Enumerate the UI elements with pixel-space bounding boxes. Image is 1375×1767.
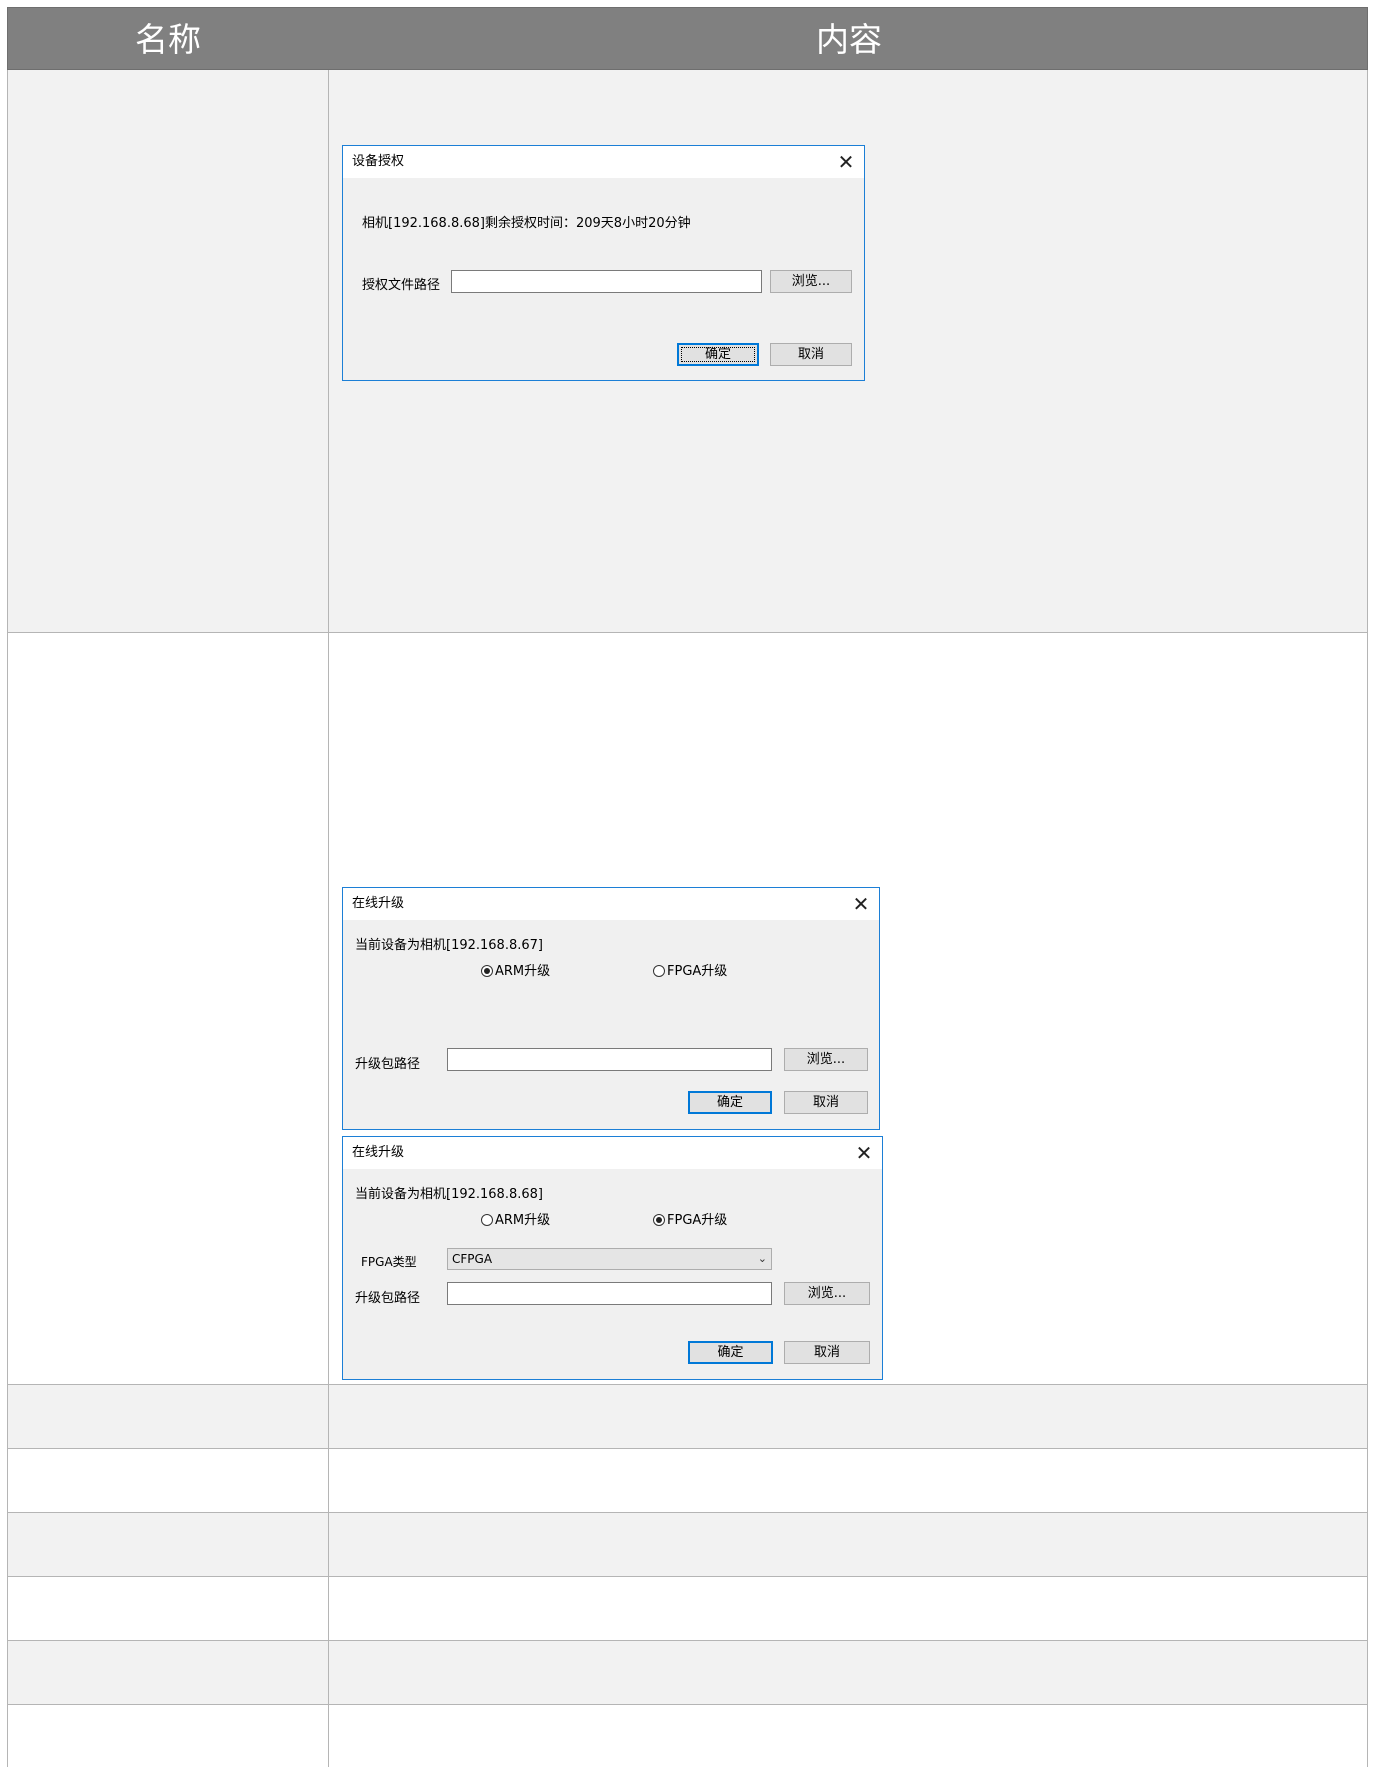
header-content-column: 内容 <box>816 20 882 59</box>
dialog-titlebar: 在线升级 ✕ <box>343 1137 882 1169</box>
dialog-titlebar: 在线升级 ✕ <box>343 888 879 920</box>
close-icon[interactable]: ✕ <box>849 892 873 916</box>
table-row <box>7 1385 1368 1449</box>
ok-button[interactable]: 确定 <box>677 343 759 366</box>
radio-button-icon <box>653 1214 665 1226</box>
column-divider <box>328 1705 329 1767</box>
column-divider <box>328 70 329 632</box>
close-icon[interactable]: ✕ <box>852 1141 876 1165</box>
fpga-type-value: CFPGA <box>452 1252 493 1266</box>
dialog-title: 在线升级 <box>352 1145 405 1160</box>
dialog-titlebar: 设备授权 ✕ <box>343 146 864 178</box>
upgrade-path-label: 升级包路径 <box>355 1057 421 1072</box>
column-divider <box>328 1385 329 1448</box>
radio-fpga-label: FPGA升级 <box>667 964 728 979</box>
cancel-button[interactable]: 取消 <box>784 1091 868 1114</box>
chevron-down-icon: ⌄ <box>757 1252 767 1265</box>
cancel-button[interactable]: 取消 <box>770 343 852 366</box>
content-table: 名称 内容 设备授权 ✕ 相机[192.168.8.68]剩余授权时间：209天… <box>7 7 1368 1767</box>
dialog-title: 设备授权 <box>352 154 405 169</box>
upgrade-path-label: 升级包路径 <box>355 1291 421 1306</box>
close-icon[interactable]: ✕ <box>834 150 858 174</box>
browse-button[interactable]: 浏览... <box>784 1048 868 1071</box>
fpga-type-select[interactable]: CFPGA ⌄ <box>447 1248 772 1270</box>
ok-button[interactable]: 确定 <box>688 1091 772 1114</box>
upgrade-path-input[interactable] <box>447 1282 772 1305</box>
table-row <box>7 1577 1368 1641</box>
column-divider <box>328 1577 329 1640</box>
column-divider <box>328 1513 329 1576</box>
ok-button[interactable]: 确定 <box>688 1341 773 1364</box>
radio-fpga-upgrade[interactable]: FPGA升级 <box>653 964 727 980</box>
table-row: 在线升级 ✕ 当前设备为相机[192.168.8.67] ARM升级 FPGA升… <box>7 633 1368 1385</box>
focus-rectangle <box>681 347 755 362</box>
browse-button[interactable]: 浏览... <box>784 1282 870 1305</box>
column-divider <box>328 1641 329 1704</box>
radio-fpga-upgrade[interactable]: FPGA升级 <box>653 1213 727 1229</box>
fpga-type-label: FPGA类型 <box>361 1255 417 1269</box>
table-header-row: 名称 内容 <box>7 7 1368 70</box>
current-device-text: 当前设备为相机[192.168.8.67] <box>355 938 543 953</box>
current-device-text: 当前设备为相机[192.168.8.68] <box>355 1187 543 1202</box>
radio-arm-label: ARM升级 <box>495 964 551 979</box>
dialog-title: 在线升级 <box>352 896 405 911</box>
table-row <box>7 1641 1368 1705</box>
online-upgrade-dialog-arm: 在线升级 ✕ 当前设备为相机[192.168.8.67] ARM升级 FPGA升… <box>342 887 880 1130</box>
radio-button-icon <box>481 965 493 977</box>
upgrade-path-input[interactable] <box>447 1048 772 1071</box>
radio-arm-upgrade[interactable]: ARM升级 <box>481 1213 550 1229</box>
table-row <box>7 1513 1368 1577</box>
device-authorization-dialog: 设备授权 ✕ 相机[192.168.8.68]剩余授权时间：209天8小时20分… <box>342 145 865 381</box>
remaining-time-text: 相机[192.168.8.68]剩余授权时间：209天8小时20分钟 <box>362 216 691 231</box>
radio-button-icon <box>653 965 665 977</box>
browse-button[interactable]: 浏览... <box>770 270 852 293</box>
auth-file-path-label: 授权文件路径 <box>362 278 441 293</box>
table-row <box>7 1449 1368 1513</box>
column-divider <box>328 633 329 1384</box>
radio-arm-upgrade[interactable]: ARM升级 <box>481 964 550 980</box>
online-upgrade-dialog-fpga: 在线升级 ✕ 当前设备为相机[192.168.8.68] ARM升级 FPGA升… <box>342 1136 883 1380</box>
cancel-button[interactable]: 取消 <box>784 1341 870 1364</box>
auth-file-path-input[interactable] <box>451 270 762 293</box>
radio-fpga-label: FPGA升级 <box>667 1213 728 1228</box>
header-name-column: 名称 <box>135 20 201 59</box>
radio-arm-label: ARM升级 <box>495 1213 551 1228</box>
column-divider <box>328 1449 329 1512</box>
table-row: 设备授权 ✕ 相机[192.168.8.68]剩余授权时间：209天8小时20分… <box>7 70 1368 633</box>
table-row <box>7 1705 1368 1767</box>
radio-button-icon <box>481 1214 493 1226</box>
